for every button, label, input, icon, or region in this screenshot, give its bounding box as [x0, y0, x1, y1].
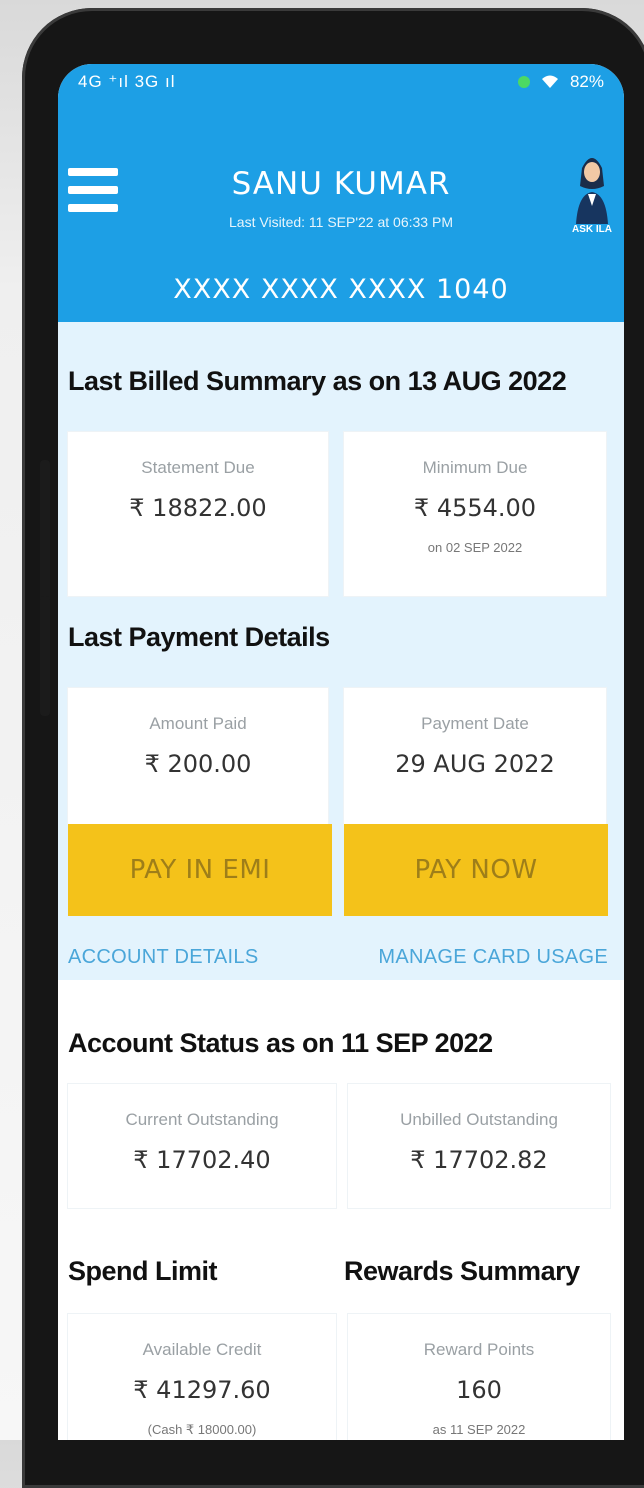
assistant-avatar-icon: [576, 158, 608, 224]
available-credit-label: Available Credit: [142, 1340, 262, 1359]
assistant-button[interactable]: ASK ILA: [562, 146, 622, 235]
current-outstanding-tile: Current Outstanding ₹ 17702.40: [68, 1084, 336, 1208]
last-visited: Last Visited: 11 SEP'22 at 06:33 PM: [229, 214, 453, 230]
reward-points-label: Reward Points: [423, 1340, 535, 1359]
minimum-due-label: Minimum Due: [422, 458, 528, 477]
rewards-summary-title: Rewards Summary: [344, 1256, 580, 1286]
unbilled-outstanding-label: Unbilled Outstanding: [400, 1110, 558, 1129]
reward-points-date: as 11 SEP 2022: [432, 1422, 526, 1437]
pay-now-button[interactable]: PAY NOW: [344, 824, 608, 916]
minimum-due-tile: Minimum Due ₹ 4554.00 on 02 SEP 2022: [344, 432, 606, 596]
current-outstanding-label: Current Outstanding: [125, 1110, 279, 1129]
phone-screen: 4G ⁺ıl 3G ıl 82% SANU KUMAR Last Visited…: [58, 64, 624, 1440]
minimum-due-date: on 02 SEP 2022: [427, 540, 523, 555]
statement-due-value: ₹ 18822.00: [129, 494, 267, 522]
battery-percentage: 82%: [569, 72, 604, 91]
amount-paid-value: ₹ 200.00: [144, 750, 252, 778]
account-details-link[interactable]: ACCOUNT DETAILS: [68, 946, 258, 969]
user-name: SANU KUMAR: [231, 166, 451, 202]
account-status-title: Account Status as on 11 SEP 2022: [68, 1028, 493, 1058]
status-right-group: 82%: [517, 72, 604, 92]
account-status-section: Account Status as on 11 SEP 2022 Current…: [58, 980, 624, 1440]
app-header: SANU KUMAR Last Visited: 11 SEP'22 at 06…: [58, 102, 624, 322]
manage-card-usage-link[interactable]: MANAGE CARD USAGE: [378, 946, 608, 969]
payment-date-value: 29 AUG 2022: [395, 750, 555, 778]
reward-points-value: 160: [456, 1376, 502, 1404]
last-payment-title: Last Payment Details: [68, 622, 330, 652]
payment-date-tile: Payment Date 29 AUG 2022: [344, 688, 606, 824]
amount-paid-label: Amount Paid: [149, 714, 247, 733]
notification-dot-icon: [517, 76, 530, 88]
available-credit-tile: Available Credit ₹ 41297.60 (Cash ₹ 1800…: [68, 1314, 336, 1440]
billed-summary-title: Last Billed Summary as on 13 AUG 2022: [68, 366, 567, 396]
available-cash: (Cash ₹ 18000.00): [147, 1422, 257, 1437]
volume-button: [40, 460, 50, 610]
spend-limit-title: Spend Limit: [68, 1256, 218, 1286]
unbilled-outstanding-value: ₹ 17702.82: [410, 1146, 548, 1174]
status-bar: 4G ⁺ıl 3G ıl 82%: [58, 64, 624, 102]
summary-section: Last Billed Summary as on 13 AUG 2022 St…: [58, 322, 624, 980]
available-credit-value: ₹ 41297.60: [133, 1376, 271, 1404]
assistant-label: ASK ILA: [572, 224, 612, 235]
wifi-icon: [541, 75, 558, 88]
statement-due-label: Statement Due: [141, 458, 255, 477]
amount-paid-tile: Amount Paid ₹ 200.00: [68, 688, 328, 824]
pay-in-emi-button[interactable]: PAY IN EMI: [68, 824, 332, 916]
reward-points-tile: Reward Points 160 as 11 SEP 2022: [348, 1314, 610, 1440]
minimum-due-value: ₹ 4554.00: [413, 494, 537, 522]
current-outstanding-value: ₹ 17702.40: [133, 1146, 271, 1174]
power-button: [40, 596, 50, 716]
payment-date-label: Payment Date: [421, 714, 529, 733]
statement-due-tile: Statement Due ₹ 18822.00: [68, 432, 328, 596]
unbilled-outstanding-tile: Unbilled Outstanding ₹ 17702.82: [348, 1084, 610, 1208]
masked-card-number: XXXX XXXX XXXX 1040: [173, 274, 509, 305]
signal-indicators: 4G ⁺ıl 3G ıl: [78, 72, 176, 91]
